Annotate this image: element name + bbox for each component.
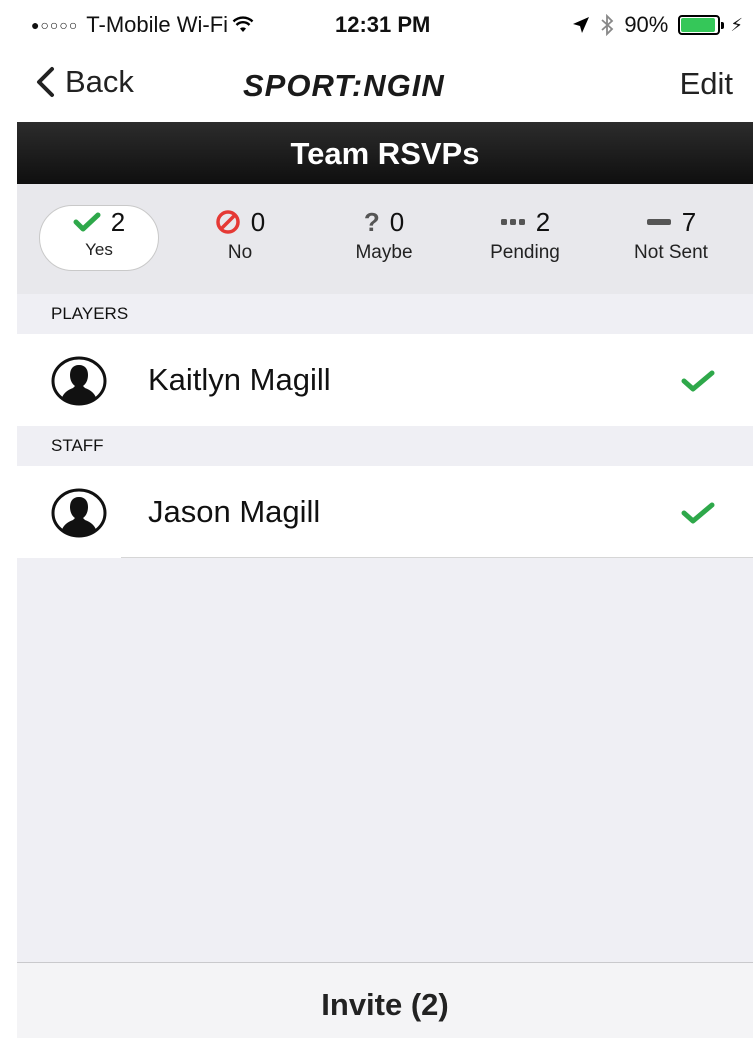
not-sent-label: Not Sent — [634, 242, 708, 263]
rsvp-filter-yes[interactable]: 2 Yes — [39, 205, 159, 271]
status-time: 12:31 PM — [335, 12, 431, 37]
wifi-icon — [232, 16, 254, 32]
battery-icon — [678, 15, 725, 35]
signal-strength-icon: ●○○○○ — [31, 17, 79, 33]
battery-percent: 90% — [624, 12, 669, 37]
invite-button[interactable]: Invite (2) — [17, 987, 753, 1023]
sportngin-logo: SPORT:NGIN — [243, 68, 445, 103]
page-title: Team RSVPs — [290, 136, 480, 171]
carrier-label: T-Mobile Wi-Fi — [86, 12, 229, 37]
rsvp-filter-no[interactable]: 0 No — [180, 206, 300, 270]
maybe-label: Maybe — [355, 242, 413, 263]
check-icon — [681, 502, 715, 524]
app-screen: ●○○○○ T-Mobile Wi-Fi 12:31 PM 90% ⚡ Back… — [17, 0, 753, 1038]
question-icon: ? — [363, 206, 380, 237]
status-bar: ●○○○○ T-Mobile Wi-Fi 12:31 PM 90% ⚡ — [17, 0, 753, 50]
member-name: Kaitlyn Magill — [148, 362, 331, 397]
ellipsis-icon — [500, 219, 525, 225]
chevron-left-icon — [37, 67, 54, 97]
charging-icon: ⚡ — [730, 14, 743, 35]
not-sent-count: 7 — [681, 206, 697, 237]
section-header-staff: STAFF — [17, 426, 753, 466]
rsvp-summary-bar: 2 Yes 0 No ? 0 Maybe 2 Pending 7 Not Sen… — [17, 184, 753, 294]
member-name: Jason Magill — [148, 494, 321, 529]
title-bar: Team RSVPs — [17, 122, 753, 184]
maybe-count: 0 — [389, 206, 405, 237]
member-row-jason-magill[interactable]: Jason Magill — [17, 466, 753, 558]
location-arrow-icon — [573, 17, 590, 33]
person-avatar-icon — [51, 356, 107, 406]
rsvp-filter-maybe[interactable]: ? 0 Maybe — [324, 206, 444, 270]
check-icon — [73, 212, 101, 232]
check-icon — [681, 370, 715, 392]
yes-label: Yes — [85, 240, 113, 259]
row-divider — [121, 557, 753, 558]
bluetooth-icon — [601, 14, 614, 36]
dash-icon — [646, 219, 671, 225]
back-label: Back — [65, 64, 134, 99]
yes-count: 2 — [110, 206, 126, 237]
back-button[interactable]: Back — [35, 64, 134, 100]
pending-label: Pending — [490, 242, 560, 263]
no-count: 0 — [250, 206, 266, 237]
pending-count: 2 — [535, 206, 551, 237]
prohibited-icon — [216, 210, 240, 234]
member-row-kaitlyn-magill[interactable]: Kaitlyn Magill — [17, 334, 753, 426]
navigation-bar: Back SPORT:NGIN Edit — [17, 50, 753, 122]
no-label: No — [227, 242, 253, 263]
rsvp-filter-pending[interactable]: 2 Pending — [465, 206, 585, 270]
rsvp-filter-not-sent[interactable]: 7 Not Sent — [611, 206, 731, 270]
section-header-players: PLAYERS — [17, 294, 753, 334]
person-avatar-icon — [51, 488, 107, 538]
bottom-toolbar: Invite (2) — [17, 962, 753, 1038]
edit-button[interactable]: Edit — [680, 66, 733, 102]
